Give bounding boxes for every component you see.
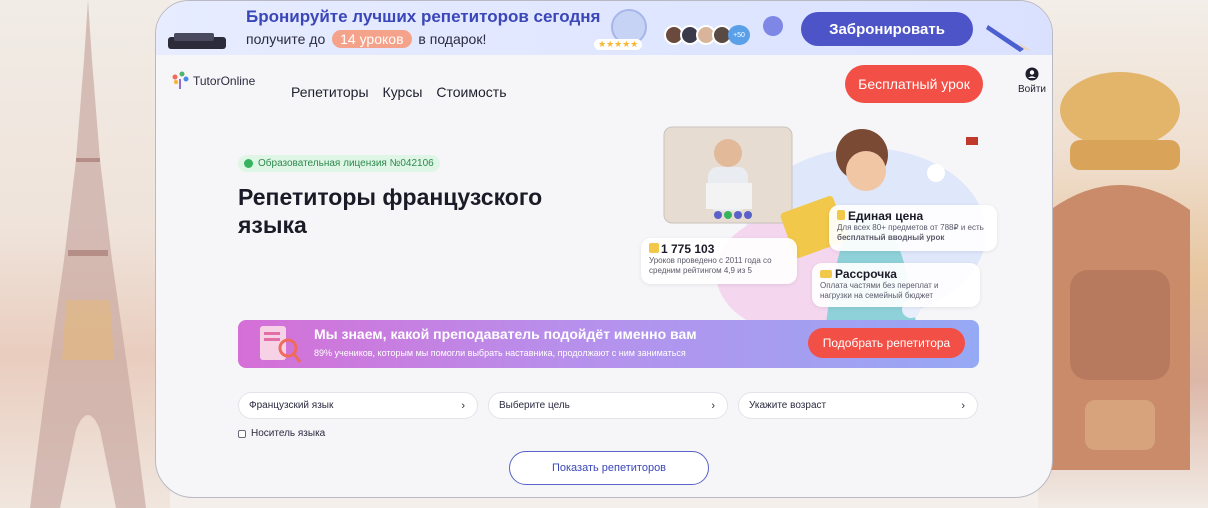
logo-text: TutorOnline: [193, 74, 256, 88]
checkbox-box[interactable]: [238, 429, 246, 438]
nav-item-pricing[interactable]: Стоимость: [436, 84, 506, 100]
match-subtitle: 89% учеников, которым мы помогли выбрать…: [314, 348, 686, 358]
installment-stat-text: Оплата частями без переплат и нагрузки н…: [820, 281, 939, 300]
license-text: Образовательная лицензия №042106: [258, 158, 434, 169]
book-icon: [168, 33, 226, 49]
installment-stat-title: Рассрочка: [820, 267, 972, 281]
match-title: Мы знаем, какой преподаватель подойдёт и…: [314, 326, 697, 342]
lessons-stat-card: 1 775 103 Уроков проведено с 2011 года с…: [641, 238, 797, 284]
lessons-stat-value: 1 775 103: [649, 242, 789, 256]
lessons-stat-text: Уроков проведено с 2011 года со средним …: [649, 256, 772, 275]
promo-sub-before: получите до: [246, 31, 326, 47]
age-select-value: Укажите возраст: [749, 400, 827, 411]
chevron-right-icon: ›: [961, 399, 965, 412]
rating-stars: ★★★★★: [594, 39, 643, 50]
subject-select[interactable]: Французский язык ›: [238, 392, 478, 419]
promo-lessons-badge: 14 уроков: [332, 30, 412, 48]
price-text: Для всех 80+ предметов от 788₽ и есть: [837, 223, 984, 232]
card-icon: [820, 270, 832, 278]
avatars-count: +50: [728, 25, 750, 45]
logo[interactable]: TutorOnline: [170, 71, 255, 91]
price-stat-card: Единая цена Для всех 80+ предметов от 78…: [829, 205, 997, 251]
tutor-avatars: +50: [664, 25, 750, 45]
lessons-count: 1 775 103: [661, 242, 715, 256]
main-nav: Репетиторы Курсы Стоимость: [291, 84, 507, 100]
browser-page: Бронируйте лучших репетиторов сегодня по…: [155, 0, 1053, 498]
book-icon: [649, 243, 659, 253]
nav-item-courses[interactable]: Курсы: [383, 84, 423, 100]
promo-title: Бронируйте лучших репетиторов сегодня: [246, 7, 601, 26]
background-left: [0, 0, 170, 508]
nav-item-tutors[interactable]: Репетиторы: [291, 84, 369, 100]
promo-banner[interactable]: Бронируйте лучших репетиторов сегодня по…: [156, 1, 1052, 55]
tree-logo-icon: [172, 71, 189, 89]
price-stat-text: Для всех 80+ предметов от 788₽ и есть бе…: [837, 223, 989, 243]
chevron-right-icon: ›: [461, 399, 465, 412]
pencil-icon: [986, 25, 1032, 52]
document-search-icon: [260, 326, 302, 363]
user-icon: [1025, 67, 1039, 81]
price-title-text: Единая цена: [848, 209, 924, 223]
free-lesson-button[interactable]: Бесплатный урок: [845, 65, 983, 103]
check-icon: [244, 159, 253, 168]
price-stat-title: Единая цена: [837, 209, 989, 223]
installment-title-text: Рассрочка: [835, 267, 897, 281]
tutor-match-banner: Мы знаем, какой преподаватель подойдёт и…: [238, 320, 979, 368]
find-tutor-button[interactable]: Подобрать репетитора: [808, 328, 965, 358]
license-badge: Образовательная лицензия №042106: [238, 155, 440, 172]
goal-select[interactable]: Выберите цель ›: [488, 392, 728, 419]
show-tutors-button[interactable]: Показать репетиторов: [509, 451, 709, 485]
login-label: Войти: [1018, 84, 1046, 95]
age-select[interactable]: Укажите возраст ›: [738, 392, 978, 419]
lock-icon: [837, 210, 845, 220]
price-text-bold: бесплатный вводный урок: [837, 233, 945, 242]
backpack-illustration: [1050, 72, 1190, 470]
book-now-button[interactable]: Забронировать: [801, 12, 973, 46]
goal-select-value: Выберите цель: [499, 400, 570, 411]
promo-sub-after: в подарок!: [418, 31, 487, 47]
native-speaker-checkbox[interactable]: Носитель языка: [238, 428, 325, 439]
chevron-right-icon: ›: [711, 399, 715, 412]
installment-stat-card: Рассрочка Оплата частями без переплат и …: [812, 263, 980, 307]
background-right: [1038, 0, 1208, 508]
promo-subtitle: получите до 14 уроков в подарок!: [246, 30, 486, 48]
page-title: Репетиторы французского языка: [238, 184, 543, 238]
login-button[interactable]: Войти: [1018, 67, 1046, 95]
headset-icon: [763, 16, 783, 36]
eiffel-tower-illustration: [30, 0, 146, 508]
native-speaker-label: Носитель языка: [251, 428, 326, 439]
subject-select-value: Французский язык: [249, 400, 334, 411]
